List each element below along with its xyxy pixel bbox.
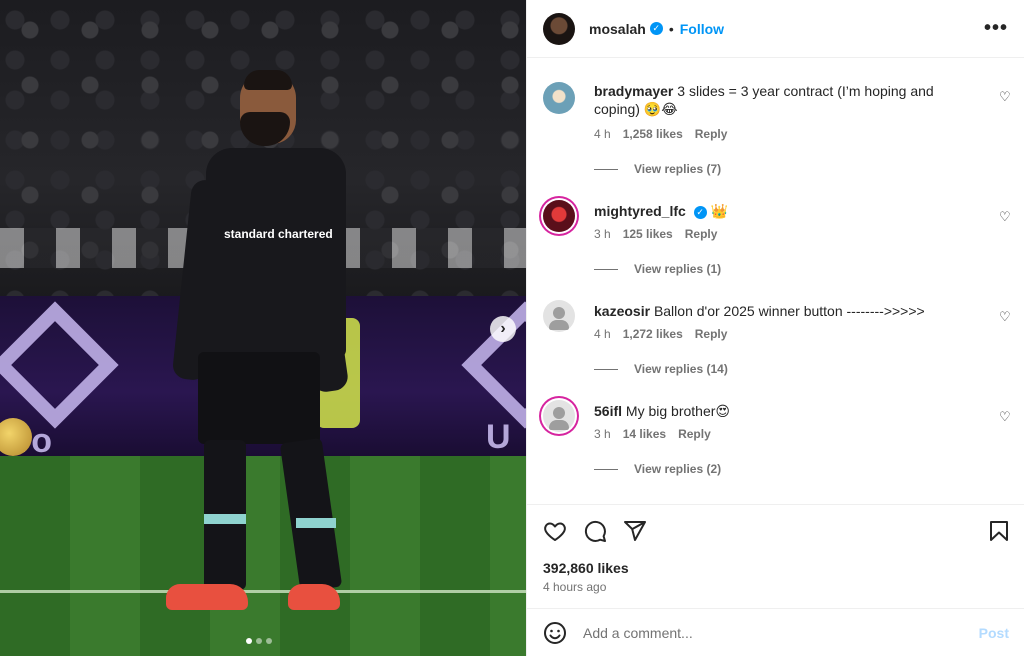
comment-input[interactable]: [583, 624, 943, 641]
player-hair: [244, 70, 292, 90]
comment-time: 4 h: [594, 327, 611, 341]
next-slide-button[interactable]: ›: [490, 316, 516, 342]
comment-time: 3 h: [594, 227, 611, 241]
heart-icon[interactable]: ♡: [999, 310, 1013, 324]
pitch: [0, 456, 526, 656]
more-options-icon[interactable]: •••: [984, 17, 1008, 40]
comment-likes[interactable]: 1,272 likes: [623, 327, 683, 341]
view-replies-button[interactable]: View replies (2): [594, 462, 721, 476]
comment-meta: 3 h 14 likes Reply: [594, 427, 711, 441]
comment-likes[interactable]: 1,258 likes: [623, 127, 683, 141]
comment-icon[interactable]: [583, 519, 607, 543]
header-separator: •: [668, 20, 674, 37]
comment-composer: Post: [527, 608, 1024, 656]
carousel-dot-active: [246, 638, 252, 644]
commenter-avatar[interactable]: [543, 82, 575, 114]
comment-content: kazeosir Ballon d'or 2025 winner button …: [594, 302, 964, 320]
like-count[interactable]: 392,860 likes: [543, 560, 629, 576]
comment-time: 4 h: [594, 127, 611, 141]
view-replies-button[interactable]: View replies (1): [594, 262, 721, 276]
reply-button[interactable]: Reply: [695, 327, 728, 341]
verified-badge-icon: ✓: [649, 22, 663, 35]
post-media[interactable]: ro U standard chartered ›: [0, 0, 526, 656]
carousel-indicator: [246, 638, 272, 644]
post-header: mosalah ✓ • Follow •••: [527, 0, 1024, 58]
comment-username[interactable]: bradymayer: [594, 83, 673, 99]
comment-username[interactable]: 56ifl: [594, 403, 622, 419]
board-text-right: U: [486, 418, 511, 456]
comment-likes[interactable]: 125 likes: [623, 227, 673, 241]
shirt-sponsor: standard chartered: [224, 227, 333, 241]
reply-button[interactable]: Reply: [678, 427, 711, 441]
commenter-avatar[interactable]: [543, 300, 575, 332]
comment-content: mightyred_lfc ✓ 👑: [594, 202, 964, 220]
bookmark-icon[interactable]: [987, 519, 1011, 543]
player-torso: [206, 148, 346, 358]
boot-left: [166, 584, 248, 610]
share-icon[interactable]: [623, 519, 647, 543]
comment-meta: 4 h 1,272 likes Reply: [594, 327, 727, 341]
author-username[interactable]: mosalah: [589, 21, 646, 37]
comment-text: My big brother😍: [625, 403, 730, 419]
sock-band-right: [296, 518, 336, 528]
heart-icon[interactable]: [543, 519, 567, 543]
view-replies-button[interactable]: View replies (7): [594, 162, 721, 176]
boot-right: [288, 584, 340, 610]
comment-meta: 4 h 1,258 likes Reply: [594, 127, 727, 141]
commenter-avatar[interactable]: [543, 200, 575, 232]
reply-button[interactable]: Reply: [695, 127, 728, 141]
comment-text: Ballon d'or 2025 winner button -------->…: [653, 303, 925, 319]
sock-band-left: [204, 514, 246, 524]
carousel-dot: [266, 638, 272, 644]
heart-icon[interactable]: ♡: [999, 410, 1013, 424]
view-replies-button[interactable]: View replies (14): [594, 362, 728, 376]
author-avatar[interactable]: [543, 12, 575, 45]
heart-icon[interactable]: ♡: [999, 210, 1013, 224]
verified-badge-icon: ✓: [693, 205, 707, 219]
heart-icon[interactable]: ♡: [999, 90, 1013, 104]
post-timestamp[interactable]: 4 hours ago: [543, 580, 606, 594]
comments-list[interactable]: bradymayer 3 slides = 3 year contract (I…: [527, 58, 1024, 504]
emoji-icon[interactable]: [543, 621, 567, 645]
comment-meta: 3 h 125 likes Reply: [594, 227, 717, 241]
comment-text: 👑: [710, 203, 729, 219]
reply-button[interactable]: Reply: [685, 227, 718, 241]
post-side-panel: mosalah ✓ • Follow ••• bradymayer 3 slid…: [526, 0, 1024, 656]
comment-username[interactable]: mightyred_lfc: [594, 203, 686, 219]
chevron-right-icon: ›: [500, 320, 506, 337]
post-comment-button[interactable]: Post: [979, 625, 1009, 641]
comment-likes[interactable]: 14 likes: [623, 427, 666, 441]
carousel-dot: [256, 638, 262, 644]
player-shorts: [198, 352, 320, 444]
commenter-avatar[interactable]: [543, 400, 575, 432]
comment-username[interactable]: kazeosir: [594, 303, 650, 319]
pitch-line: [0, 590, 526, 593]
comment-time: 3 h: [594, 427, 611, 441]
comment-content: bradymayer 3 slides = 3 year contract (I…: [594, 82, 964, 118]
comment-content: 56ifl My big brother😍: [594, 402, 964, 420]
post-actions: 392,860 likes 4 hours ago: [527, 504, 1024, 608]
follow-button[interactable]: Follow: [680, 21, 724, 37]
